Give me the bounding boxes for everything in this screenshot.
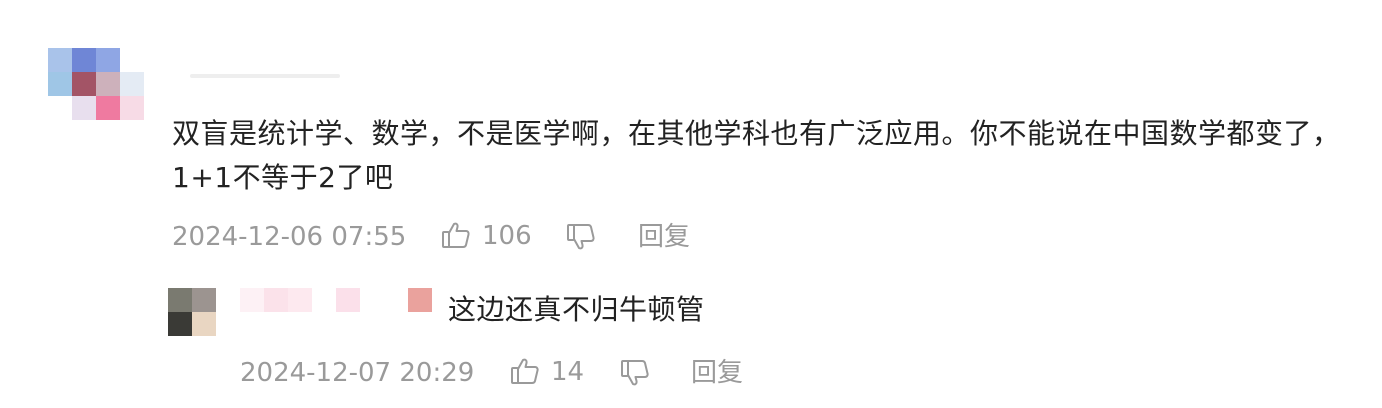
thumbs-up-icon[interactable] bbox=[441, 220, 471, 250]
reply-button[interactable]: 回复 bbox=[638, 222, 690, 252]
reply-timestamp: 2024-12-07 20:29 bbox=[240, 358, 475, 388]
like-count[interactable]: 14 bbox=[551, 357, 584, 387]
reply-avatar[interactable] bbox=[168, 288, 216, 336]
like-count[interactable]: 106 bbox=[482, 221, 532, 251]
reply-button[interactable]: 回复 bbox=[691, 358, 743, 388]
thumbs-up-icon[interactable] bbox=[510, 356, 540, 386]
thumbs-down-icon[interactable] bbox=[566, 222, 596, 252]
comment-text: 双盲是统计学、数学，不是医学啊，在其他学科也有广泛应用。你不能说在中国数学都变了… bbox=[172, 117, 1341, 194]
thumbs-down-icon[interactable] bbox=[620, 358, 650, 388]
reply-username-redacted bbox=[240, 288, 440, 312]
avatar[interactable] bbox=[48, 48, 144, 120]
username-redacted bbox=[190, 74, 340, 78]
reply-text: 这边还真不归牛顿管 bbox=[448, 293, 705, 326]
comment-timestamp: 2024-12-06 07:55 bbox=[172, 222, 407, 252]
